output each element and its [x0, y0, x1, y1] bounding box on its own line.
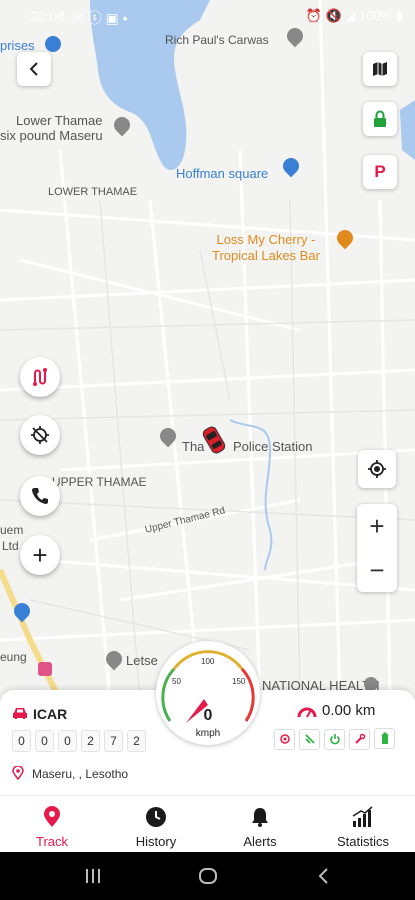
zoom-controls: + −: [357, 504, 397, 592]
add-label: +: [32, 539, 48, 570]
vehicle-name: ICAR: [33, 706, 68, 722]
speed-tick: 150: [232, 677, 246, 686]
clock-icon: [146, 807, 166, 827]
map-label: Hoffman square: [176, 166, 269, 181]
odometer-digit: 2: [81, 730, 100, 752]
speed-tick: 100: [201, 657, 215, 666]
tab-alerts[interactable]: Alerts: [208, 796, 312, 853]
lock-button[interactable]: [363, 102, 397, 136]
back-button[interactable]: [17, 52, 51, 86]
recents-icon[interactable]: [84, 867, 102, 885]
odometer-digit: 7: [104, 730, 123, 752]
map-label: six pound Maseru: [0, 128, 103, 143]
transit-icon: [38, 662, 52, 676]
zoom-out-button[interactable]: −: [357, 548, 397, 592]
map-label-line: Loss My Cherry -: [216, 232, 316, 247]
odometer: 000272: [12, 730, 150, 752]
tab-label: Alerts: [243, 834, 277, 849]
map-label: Lower Thamae: [16, 113, 103, 128]
tab-label: Statistics: [336, 834, 389, 849]
map-label: Ltd: [2, 539, 19, 553]
odometer-digit: 0: [35, 730, 54, 752]
vehicle-marker-icon[interactable]: [200, 424, 228, 456]
bell-icon: [252, 808, 268, 827]
location-pin-icon: [12, 765, 24, 785]
home-icon[interactable]: [198, 867, 218, 885]
speedometer: 50 100 150 0 kmph: [156, 641, 260, 745]
poi-pin-icon: [45, 36, 61, 52]
distance-value: 0.00 km: [322, 702, 376, 719]
my-location-button[interactable]: [358, 450, 396, 488]
back-nav-icon[interactable]: [316, 867, 330, 885]
map-label: Loss My Cherry - Tropical Lakes Bar: [212, 232, 320, 264]
stop-follow-button[interactable]: [20, 415, 60, 455]
parking-button[interactable]: P: [363, 155, 397, 189]
route-icon: [33, 368, 47, 386]
car-icon: [12, 706, 28, 725]
map-view[interactable]: [0, 0, 415, 700]
status-icons-row: [270, 728, 395, 750]
map-label: Letse: [126, 653, 158, 668]
call-button[interactable]: [20, 476, 60, 516]
speed-tick: 50: [172, 677, 181, 686]
map-label: UPPER THAMAE: [52, 475, 147, 489]
vehicle-location: Maseru, , Lesotho: [32, 767, 129, 781]
route-button[interactable]: [20, 357, 60, 397]
phone-icon: [32, 488, 48, 504]
signal-bars-icon: [352, 806, 373, 827]
chevron-left-icon: [29, 62, 38, 76]
map-label: prises: [0, 38, 35, 53]
map-label-line: Tropical Lakes Bar: [212, 248, 320, 263]
speed-unit: kmph: [195, 728, 221, 739]
battery-level: 100%: [358, 8, 393, 23]
power-icon: [324, 728, 345, 750]
lock-icon: [374, 110, 386, 127]
crosshair-icon: [368, 460, 386, 478]
map-pin-icon: [44, 806, 60, 827]
status-time: 22:08: [30, 8, 66, 24]
tab-label: History: [135, 834, 177, 849]
tab-label: Track: [35, 834, 69, 849]
map-label: uem: [0, 523, 24, 537]
parking-label: P: [374, 162, 386, 181]
tab-history[interactable]: History: [104, 796, 208, 853]
map-type-button[interactable]: [363, 52, 397, 86]
zoom-in-button[interactable]: +: [357, 504, 397, 548]
odometer-digit: 0: [12, 730, 31, 752]
map-icon: [373, 62, 387, 76]
tab-track[interactable]: Track: [0, 796, 104, 853]
gps-signal-icon: [299, 728, 320, 750]
system-nav-bar: [0, 852, 415, 900]
bottom-tab-bar: Track History Alerts Statistics: [0, 795, 415, 853]
map-label: eung: [0, 650, 27, 664]
wrench-icon: [349, 728, 370, 750]
add-button[interactable]: +: [20, 535, 60, 575]
tab-statistics[interactable]: Statistics: [311, 796, 415, 853]
gauge-icon: [297, 704, 317, 723]
map-label: Rich Paul's Carwas: [165, 33, 269, 47]
speed-value: 0: [203, 707, 213, 724]
map-label: Police Station: [233, 439, 313, 454]
notification-icons: ✉ ⓢ ▣ •: [72, 10, 128, 26]
map-label: LOWER THAMAE: [48, 186, 138, 198]
status-bar: 22:08 ✉ ⓢ ▣ • ⏰ 🔇 ◢ 100% ▮: [0, 0, 415, 34]
battery-icon: [374, 728, 395, 749]
location-off-icon: [31, 426, 49, 444]
odometer-digit: 2: [127, 730, 146, 752]
odometer-digit: 0: [58, 730, 77, 752]
ignition-icon: [274, 728, 295, 750]
status-icons: ⏰ 🔇 ◢ 100% ▮: [305, 8, 403, 23]
